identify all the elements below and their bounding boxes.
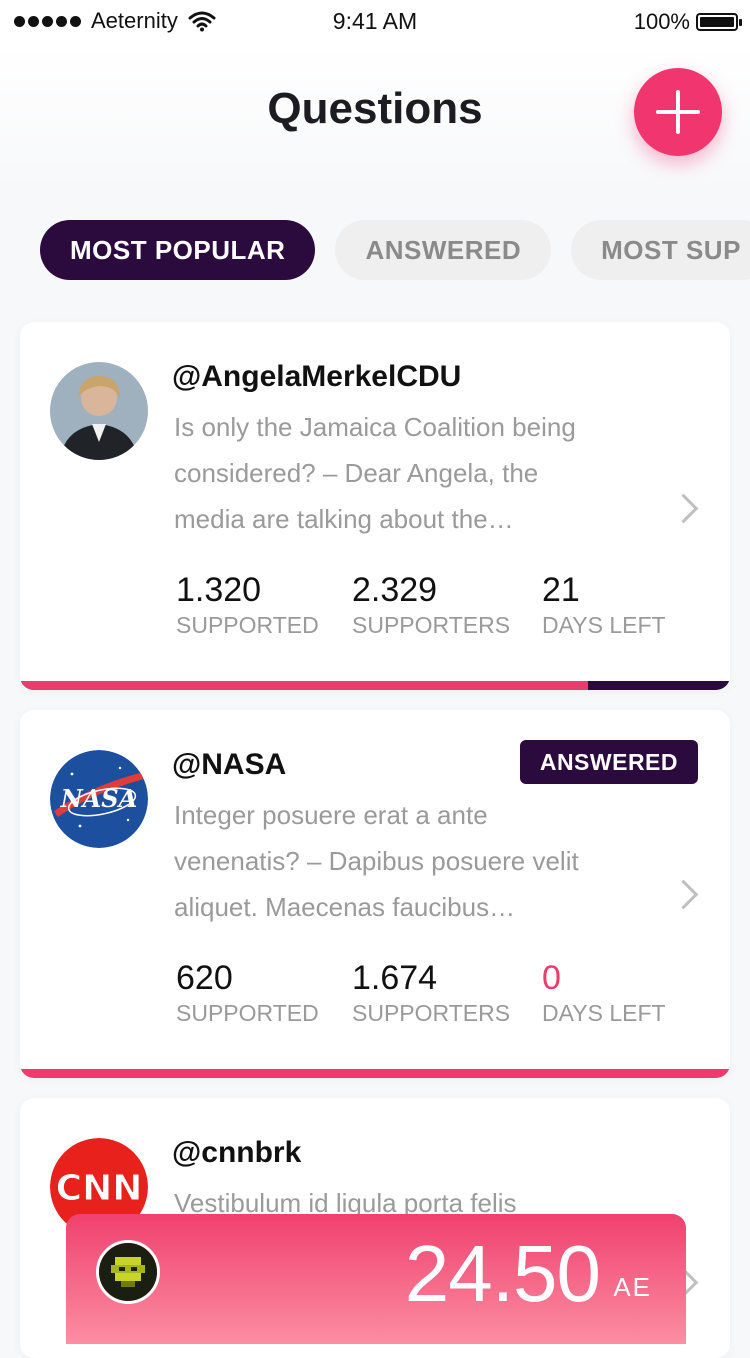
user-avatar[interactable] — [96, 1240, 160, 1304]
svg-text:CNN: CNN — [56, 1168, 143, 1209]
question-card[interactable]: NASA @NASA ANSWERED Integer posuere erat… — [20, 710, 730, 1078]
question-author: @NASA — [172, 748, 287, 781]
question-card[interactable]: @AngelaMerkelCDU Is only the Jamaica Coa… — [20, 322, 730, 690]
stat-supported-label: SUPPORTED — [176, 1000, 319, 1026]
tab-most-supported[interactable]: MOST SUP — [571, 220, 750, 280]
stat-days-left-label: DAYS LEFT — [542, 1000, 666, 1026]
balance-unit: AE — [613, 1272, 652, 1302]
stat-supporters-value: 2.329 — [352, 571, 438, 609]
chevron-right-icon[interactable] — [668, 879, 699, 910]
svg-text:NASA: NASA — [60, 784, 138, 813]
status-bar: Aeternity 9:41 AM 100% — [0, 0, 750, 44]
add-question-button[interactable] — [634, 68, 722, 156]
stat-days-left-value: 21 — [542, 571, 580, 609]
nasa-logo: NASA — [50, 750, 148, 848]
support-progress-bar — [20, 681, 730, 690]
wallet-balance-bar[interactable]: 24.50 AE — [66, 1214, 686, 1344]
battery-percent: 100% — [633, 9, 690, 34]
filter-tabs: MOST POPULAR ANSWERED MOST SUP — [40, 220, 750, 280]
balance-amount: 24.50 — [404, 1229, 601, 1318]
question-excerpt: Integer posuere erat a ante venenatis? –… — [174, 800, 579, 922]
stat-days-left-value: 0 — [542, 959, 561, 997]
tab-answered[interactable]: ANSWERED — [335, 220, 552, 280]
answered-badge: ANSWERED — [519, 740, 698, 784]
stat-supported-value: 620 — [176, 959, 233, 997]
battery-icon — [696, 13, 742, 31]
question-author: @cnnbrk — [172, 1136, 302, 1169]
support-progress-bar — [20, 1069, 730, 1078]
chevron-right-icon[interactable] — [668, 493, 699, 524]
avatar — [50, 362, 148, 460]
stat-supporters-label: SUPPORTERS — [352, 612, 511, 638]
stat-supporters-label: SUPPORTERS — [352, 1000, 511, 1026]
question-stats: 1.320 SUPPORTED 2.329 SUPPORTERS 21 DAYS… — [176, 570, 708, 639]
tab-most-popular[interactable]: MOST POPULAR — [40, 220, 316, 280]
question-author: @AngelaMerkelCDU — [172, 360, 462, 393]
stat-supported-label: SUPPORTED — [176, 612, 319, 638]
question-stats: 620 SUPPORTED 1.674 SUPPORTERS 0 DAYS LE… — [176, 958, 708, 1027]
stat-days-left-label: DAYS LEFT — [542, 612, 666, 638]
question-excerpt: Is only the Jamaica Coalition being cons… — [174, 412, 576, 534]
stat-supported-value: 1.320 — [176, 571, 262, 609]
stat-supporters-value: 1.674 — [352, 959, 438, 997]
